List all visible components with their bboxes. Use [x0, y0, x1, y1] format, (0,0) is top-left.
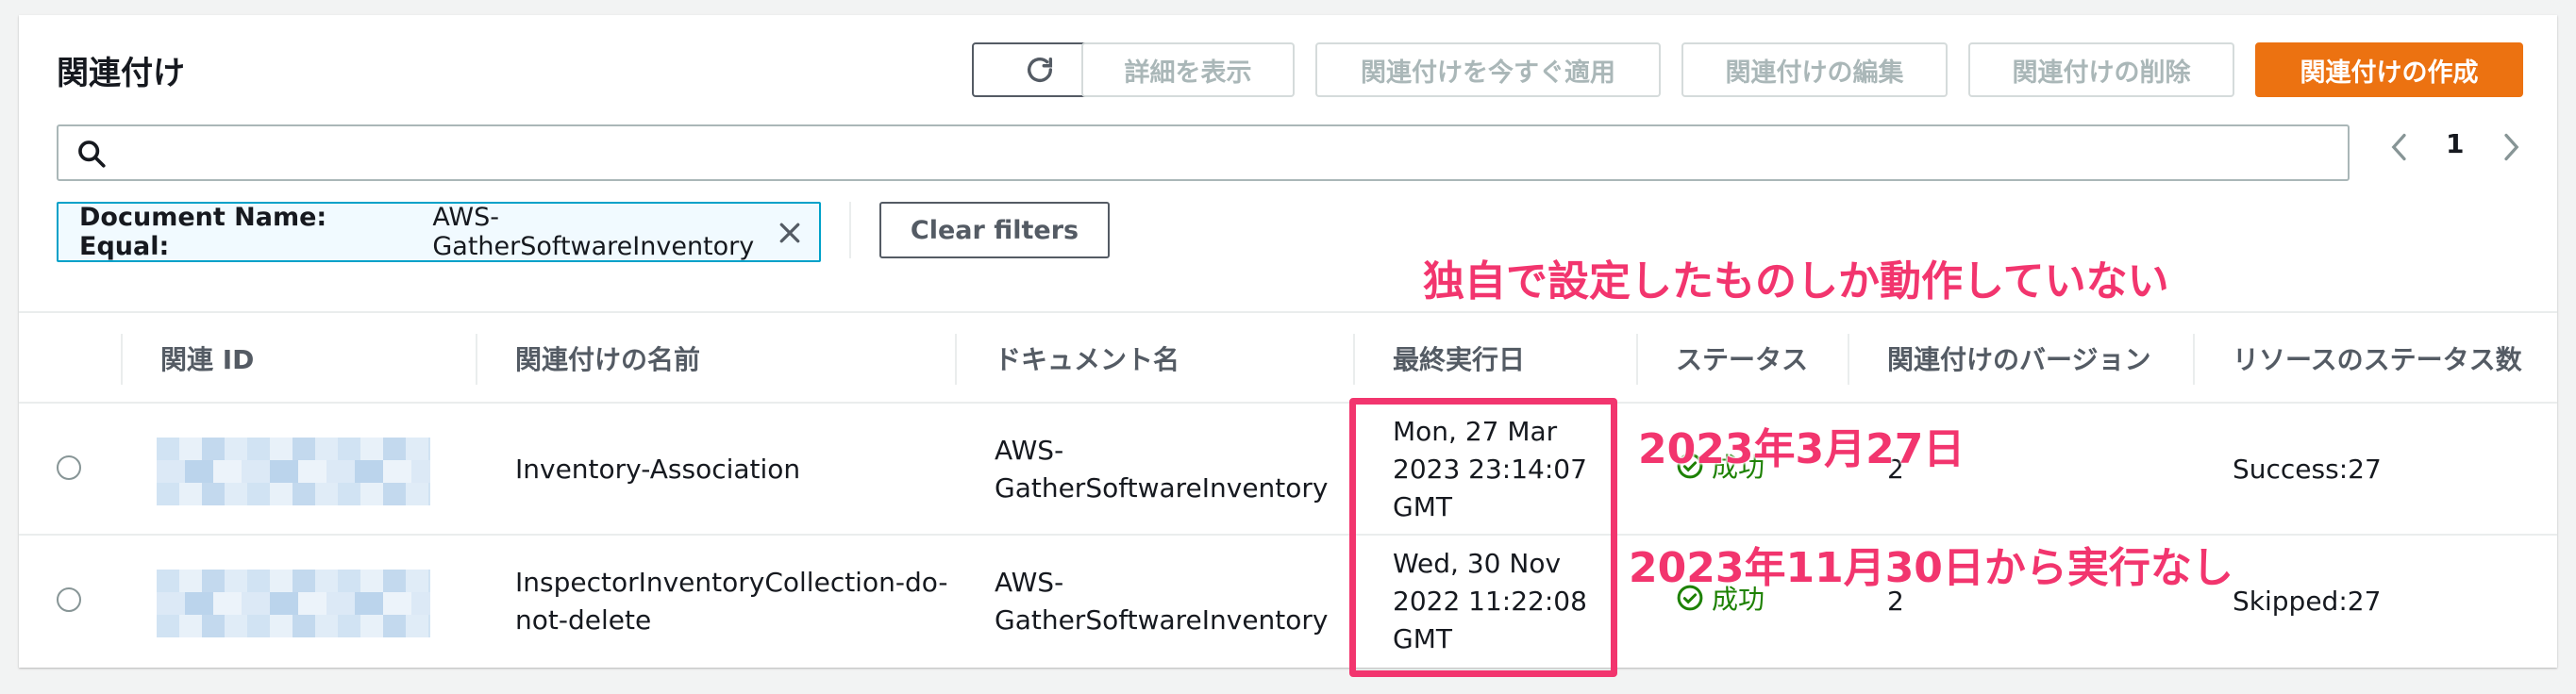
filter-value: AWS-GatherSoftwareInventory: [432, 203, 755, 261]
last-run-line: GMT: [1393, 623, 1452, 654]
filter-key: Document Name: Equal:: [79, 203, 327, 261]
page-number[interactable]: 1: [2446, 128, 2464, 159]
last-run-line: Wed, 30 Nov: [1393, 548, 1562, 579]
last-run-line: 2022 11:22:08: [1393, 586, 1587, 617]
association-name-line: not-delete: [515, 604, 652, 636]
column-divider: [1848, 334, 1849, 385]
column-divider: [1636, 334, 1638, 385]
apply-now-button[interactable]: 関連付けを今すぐ適用: [1315, 42, 1661, 97]
column-header-document[interactable]: ドキュメント名: [995, 339, 1179, 377]
association-name: Inventory-Association: [515, 454, 801, 485]
column-divider: [955, 334, 957, 385]
view-details-button[interactable]: 詳細を表示: [1081, 42, 1295, 97]
column-header-resource-status[interactable]: リソースのステータス数: [2233, 339, 2522, 377]
annotation-no-run: 2023年11月30日から実行なし: [1629, 544, 2233, 592]
chevron-left-icon[interactable]: [2385, 128, 2414, 166]
last-run-line: GMT: [1393, 491, 1452, 522]
document-name-line[interactable]: AWS-: [995, 432, 1063, 470]
column-header-status[interactable]: ステータス: [1676, 339, 1808, 377]
row-select-radio[interactable]: [57, 587, 81, 612]
column-divider: [121, 334, 123, 385]
association-name-line: InspectorInventoryCollection-do-: [515, 567, 948, 598]
resource-status-count: Skipped:27: [2233, 586, 2382, 617]
search-input[interactable]: [57, 124, 2350, 181]
refresh-icon: [1027, 57, 1053, 82]
column-header-id[interactable]: 関連 ID: [160, 339, 254, 377]
column-header-version[interactable]: 関連付けのバージョン: [1887, 339, 2150, 377]
edit-association-button[interactable]: 関連付けの編集: [1681, 42, 1948, 97]
row-select-radio[interactable]: [57, 455, 81, 480]
column-header-last-run[interactable]: 最終実行日: [1393, 339, 1525, 377]
association-id-redacted: [157, 438, 430, 505]
last-run-line: Mon, 27 Mar: [1393, 416, 1558, 447]
table-header: 関連 ID 関連付けの名前 ドキュメント名 最終実行日 ステータス 関連付けのバ…: [19, 311, 2557, 404]
filter-token: Document Name: Equal: AWS-GatherSoftware…: [57, 202, 821, 262]
document-name-line[interactable]: GatherSoftwareInventory: [995, 470, 1329, 507]
create-association-button[interactable]: 関連付けの作成: [2255, 42, 2523, 97]
association-id-redacted: [157, 570, 430, 637]
search-icon: [78, 140, 106, 168]
clear-filters-button[interactable]: Clear filters: [879, 202, 1110, 258]
delete-association-button[interactable]: 関連付けの削除: [1968, 42, 2234, 97]
column-divider: [2193, 334, 2195, 385]
column-header-name[interactable]: 関連付けの名前: [515, 339, 700, 377]
annotation-date: 2023年3月27日: [1638, 425, 1965, 473]
resource-status-count: Success:27: [2233, 454, 2382, 485]
column-divider: [1353, 334, 1355, 385]
page-title: 関連付け: [57, 55, 185, 92]
document-name-line[interactable]: GatherSoftwareInventory: [995, 602, 1329, 639]
divider: [849, 202, 851, 258]
document-name-line[interactable]: AWS-: [995, 564, 1063, 602]
column-divider: [476, 334, 477, 385]
annotation-note: 独自で設定したものしか動作していない: [1423, 257, 2169, 306]
close-icon[interactable]: [776, 219, 804, 247]
last-run-line: 2023 23:14:07: [1393, 454, 1587, 485]
chevron-right-icon[interactable]: [2497, 128, 2525, 166]
table-row[interactable]: Inventory-Association AWS- GatherSoftwar…: [19, 404, 2557, 536]
